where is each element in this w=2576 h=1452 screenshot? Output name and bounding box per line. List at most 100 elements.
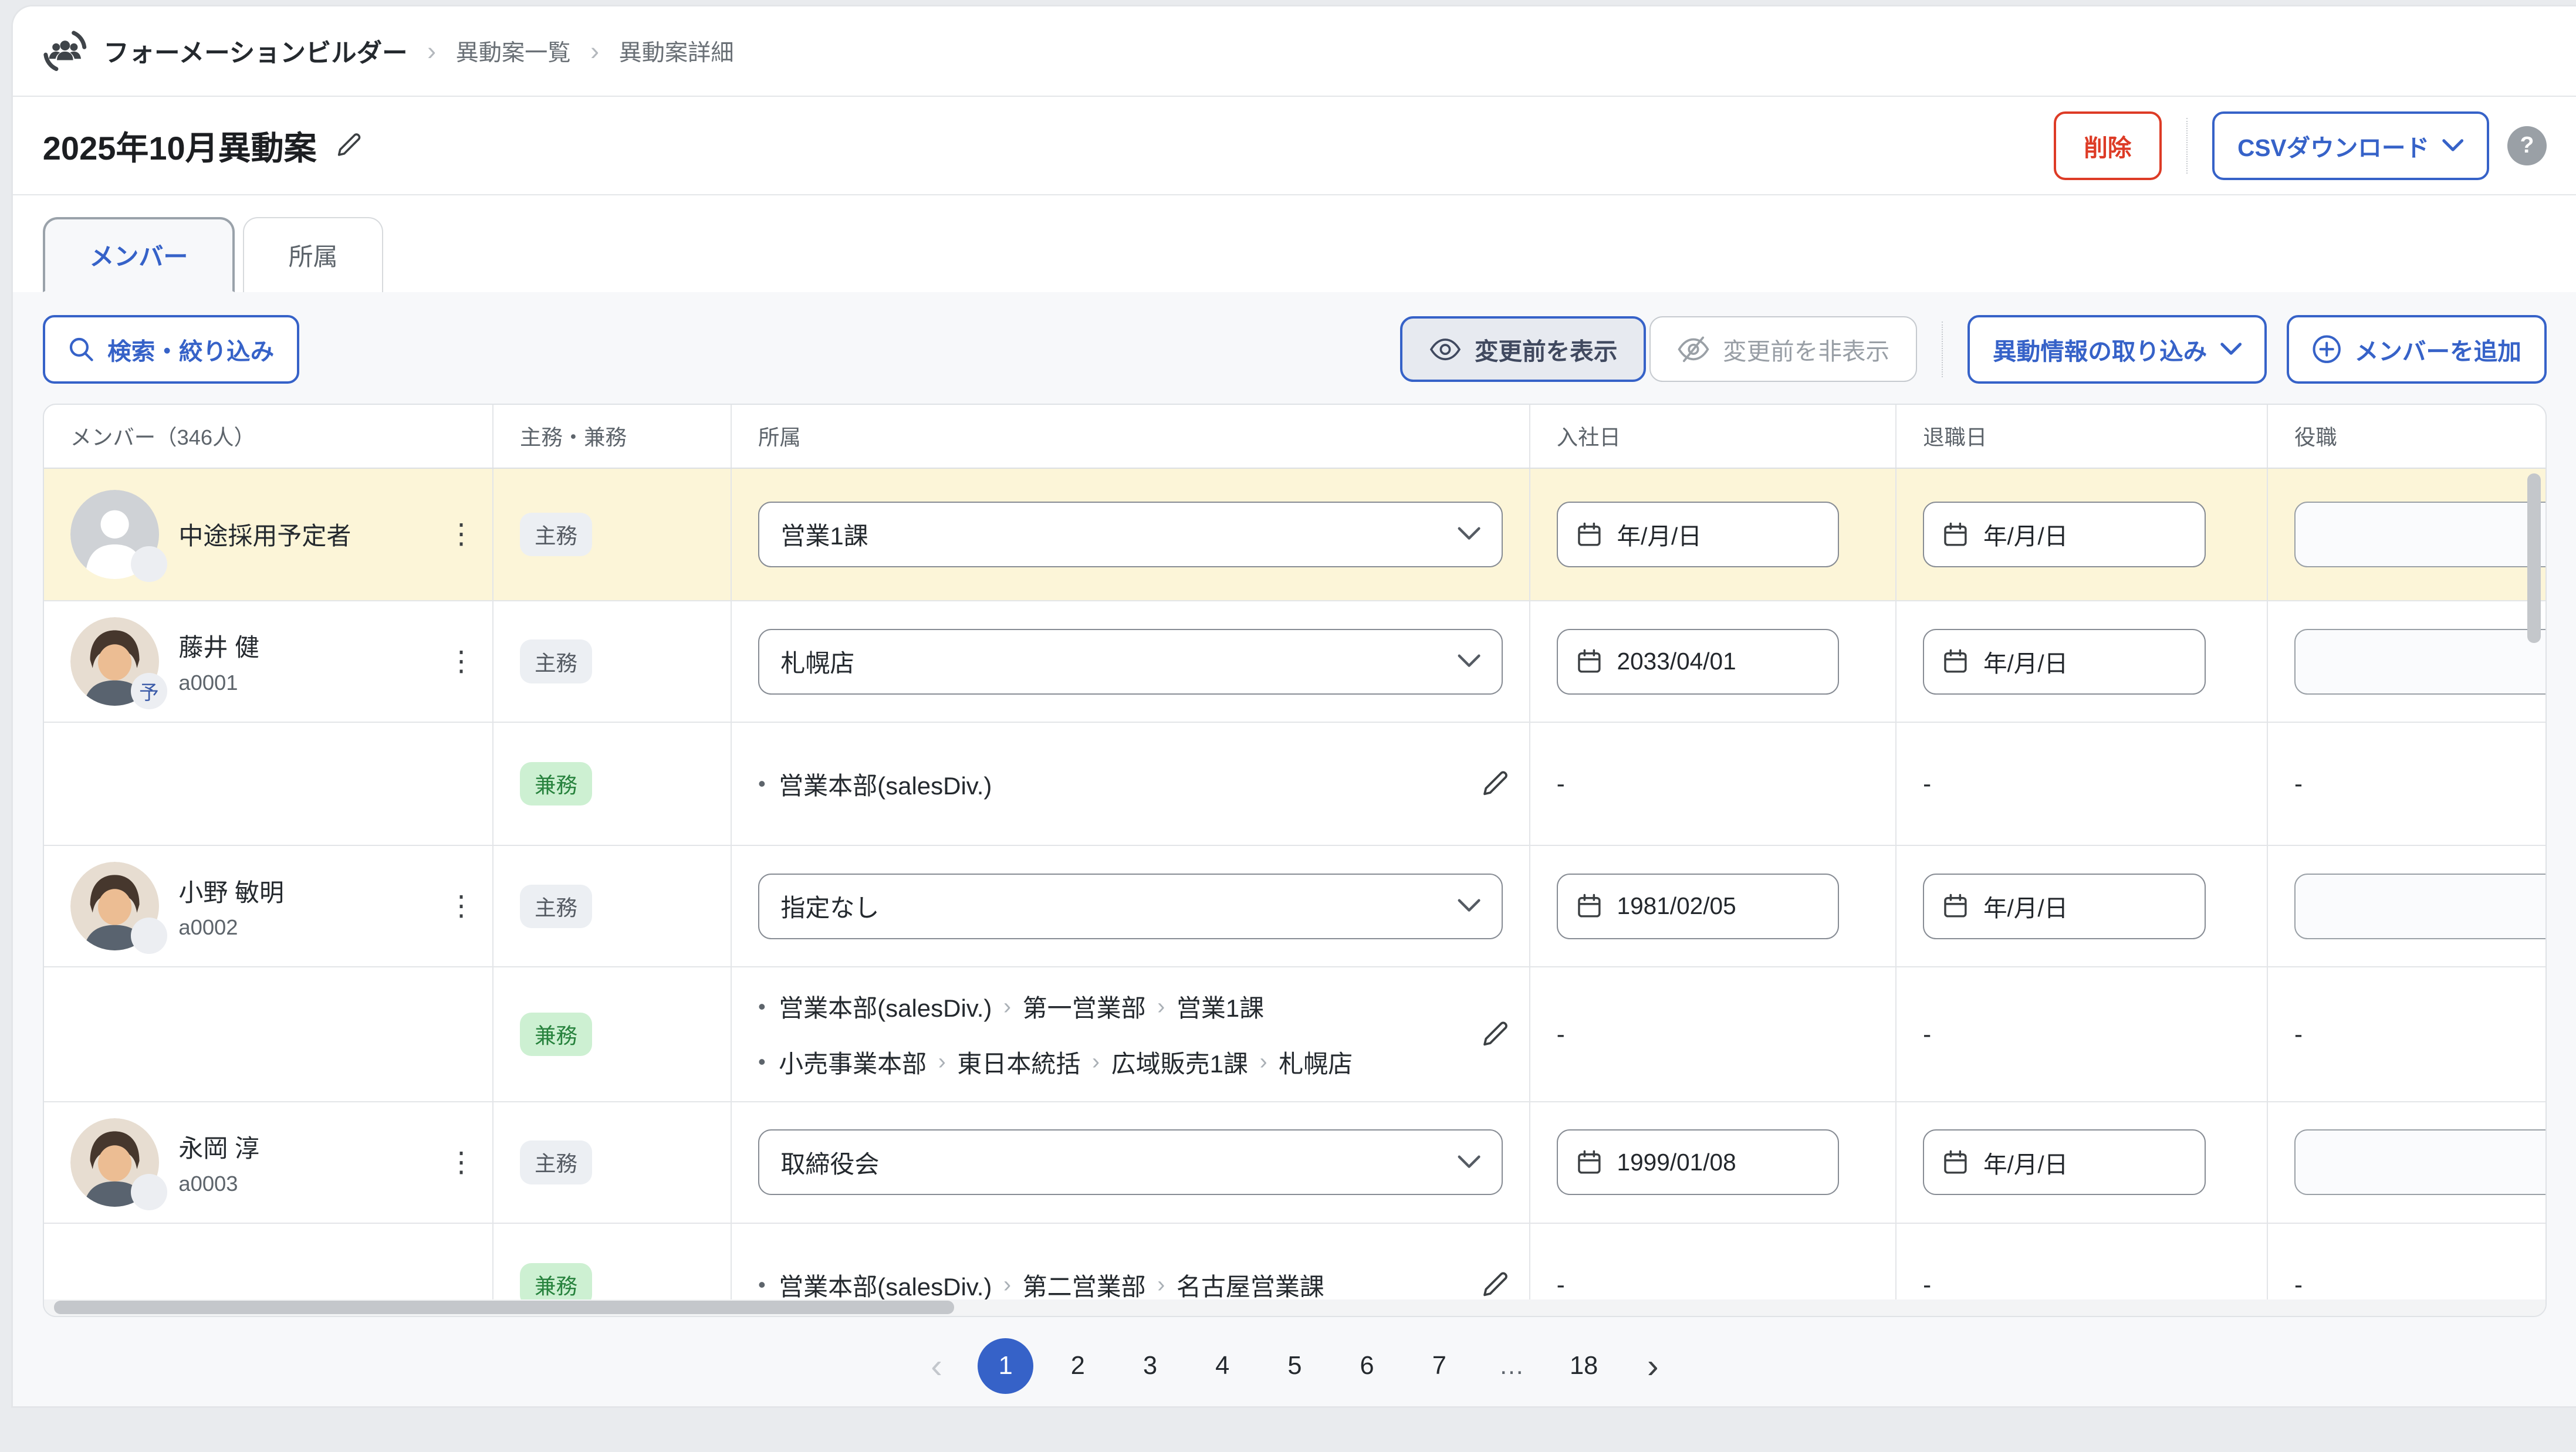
retire-date-cell: 年/月/日 [1895, 469, 2267, 600]
position-input[interactable] [2294, 1129, 2545, 1195]
page-number[interactable]: 3 [1122, 1338, 1178, 1394]
horizontal-scrollbar[interactable] [54, 1301, 954, 1314]
position-input[interactable] [2294, 874, 2545, 939]
csv-download-button[interactable]: CSVダウンロード [2212, 111, 2489, 180]
column-header-member: メンバー（346人） [44, 405, 492, 468]
member-cell: 小野 敏明 a0002 ⋮ [44, 846, 492, 966]
table-row: 小野 敏明 a0002 ⋮ 主務 指定なし 1981 [44, 845, 2545, 966]
hide-before-toggle[interactable]: 変更前を非表示 [1649, 316, 1917, 382]
org-path-segment: 営業本部(salesDiv.) [779, 989, 992, 1024]
table-row: 予 藤井 健 a0001 ⋮ 主務 札幌店 [44, 600, 2545, 722]
members-table: メンバー（346人） 主務・兼務 所属 入社日 退職日 役職 中途採用予定者 ⋮ [43, 404, 2547, 1317]
org-select[interactable]: 札幌店 [758, 629, 1503, 695]
hire-date-field[interactable]: 年/月/日 [1557, 502, 1840, 567]
path-separator-icon: › [1157, 1272, 1165, 1298]
search-icon [68, 336, 94, 363]
path-separator-icon: › [938, 1049, 946, 1075]
kebab-menu-icon[interactable]: ⋮ [447, 648, 476, 676]
edit-icon[interactable] [1480, 1020, 1509, 1049]
import-transfer-button[interactable]: 異動情報の取り込み [1968, 315, 2267, 384]
org-path-segment: 営業本部(salesDiv.) [779, 1267, 992, 1302]
avatar: 予 [70, 617, 159, 706]
help-button[interactable]: ? [2507, 126, 2547, 165]
retire-date-field[interactable]: 年/月/日 [1923, 874, 2206, 939]
table-row: 中途採用予定者 ⋮ 主務 営業1課 年/月/日 [44, 469, 2545, 600]
retire-date-empty: - [1895, 967, 2267, 1101]
retire-date-cell: 年/月/日 [1895, 601, 2267, 722]
position-empty: - [2267, 723, 2545, 845]
hire-date-field[interactable]: 2033/04/01 [1557, 629, 1840, 695]
breadcrumb-item-list[interactable]: 異動案一覧 [456, 35, 571, 67]
member-id: a0001 [178, 671, 259, 695]
page-number[interactable]: 18 [1556, 1338, 1612, 1394]
org-path-segment: 小売事業本部 [779, 1044, 927, 1080]
page-number[interactable]: 2 [1050, 1338, 1106, 1394]
eye-off-icon [1677, 336, 1710, 363]
page-number-current[interactable]: 1 [978, 1338, 1033, 1394]
kebab-menu-icon[interactable]: ⋮ [447, 892, 476, 920]
org-select[interactable]: 営業1課 [758, 502, 1503, 567]
org-cell: 指定なし [731, 846, 1529, 966]
retire-date-empty: - [1895, 723, 2267, 845]
kebab-menu-icon[interactable]: ⋮ [447, 1149, 476, 1177]
hire-date-field[interactable]: 1999/01/08 [1557, 1129, 1840, 1195]
position-input[interactable] [2294, 629, 2545, 695]
page-number[interactable]: 5 [1267, 1338, 1323, 1394]
edit-title-icon[interactable] [334, 131, 363, 160]
org-path-segment: 第一営業部 [1023, 989, 1146, 1024]
pagination-next-icon[interactable]: › [1628, 1338, 1678, 1394]
org-cell: 札幌店 [731, 601, 1529, 722]
duty-cell: 主務 [492, 601, 731, 722]
delete-button[interactable]: 削除 [2054, 111, 2162, 180]
hire-date-cell: 2033/04/01 [1529, 601, 1895, 722]
page-number[interactable]: 7 [1411, 1338, 1467, 1394]
edit-icon[interactable] [1480, 769, 1509, 798]
duty-badge: 主務 [520, 885, 592, 928]
show-before-toggle[interactable]: 変更前を表示 [1400, 316, 1646, 382]
vertical-scrollbar[interactable] [2527, 473, 2540, 642]
search-filter-button[interactable]: 検索・絞り込み [43, 315, 300, 384]
chevron-down-icon [1458, 899, 1480, 913]
duty-cell: 主務 [492, 846, 731, 966]
page-number[interactable]: 6 [1339, 1338, 1395, 1394]
tab-departments[interactable]: 所属 [243, 217, 383, 293]
hire-date-value: 2033/04/01 [1617, 648, 1736, 675]
table-row-concurrent: 兼務 •営業本部(salesDiv.)›第一営業部›営業1課•小売事業本部›東日… [44, 966, 2545, 1101]
retire-date-field[interactable]: 年/月/日 [1923, 1129, 2206, 1195]
org-select[interactable]: 取締役会 [758, 1129, 1503, 1195]
org-select-value: 営業1課 [780, 516, 868, 552]
path-separator-icon: › [1092, 1049, 1100, 1075]
members-panel: 検索・絞り込み 変更前を表示 変更前を非表示 [13, 291, 2576, 1406]
position-cell [2267, 469, 2545, 600]
avatar-badge: 予 [131, 673, 167, 709]
import-transfer-label: 異動情報の取り込み [1993, 332, 2207, 367]
retire-date-field[interactable]: 年/月/日 [1923, 629, 2206, 695]
member-meta: 小野 敏明 a0002 [178, 873, 284, 940]
table-header: メンバー（346人） 主務・兼務 所属 入社日 退職日 役職 [44, 405, 2545, 469]
app-window: フォーメーションビルダー › 異動案一覧 › 異動案詳細 2025年10月異動案… [13, 6, 2576, 1406]
duty-badge: 主務 [520, 1140, 592, 1184]
add-member-button[interactable]: メンバーを追加 [2287, 315, 2547, 384]
csv-download-label: CSVダウンロード [2237, 128, 2429, 163]
kebab-menu-icon[interactable]: ⋮ [447, 520, 476, 549]
path-separator-icon: › [1157, 994, 1165, 1020]
retire-date-value: 年/月/日 [1983, 1145, 2068, 1180]
member-id: a0002 [178, 915, 284, 940]
org-select[interactable]: 指定なし [758, 874, 1503, 939]
show-before-label: 変更前を表示 [1475, 332, 1617, 367]
page-number[interactable]: 4 [1195, 1338, 1250, 1394]
hire-date-field[interactable]: 1981/02/05 [1557, 874, 1840, 939]
chevron-down-icon [2442, 139, 2463, 152]
pagination: ‹ 1234567…18 › [43, 1326, 2547, 1405]
org-path: •営業本部(salesDiv.)›第二営業部›名古屋営業課 [758, 1267, 1467, 1302]
member-id: a0003 [178, 1172, 259, 1196]
calendar-icon [1576, 648, 1603, 675]
chevron-down-icon [2220, 343, 2242, 356]
retire-date-field[interactable]: 年/月/日 [1923, 502, 2206, 567]
path-separator-icon: › [1003, 994, 1011, 1020]
position-input[interactable] [2294, 502, 2545, 567]
edit-icon[interactable] [1480, 1270, 1509, 1299]
pagination-prev-icon[interactable]: ‹ [912, 1338, 961, 1394]
member-cell: 予 藤井 健 a0001 ⋮ [44, 601, 492, 722]
tab-members[interactable]: メンバー [43, 217, 235, 293]
